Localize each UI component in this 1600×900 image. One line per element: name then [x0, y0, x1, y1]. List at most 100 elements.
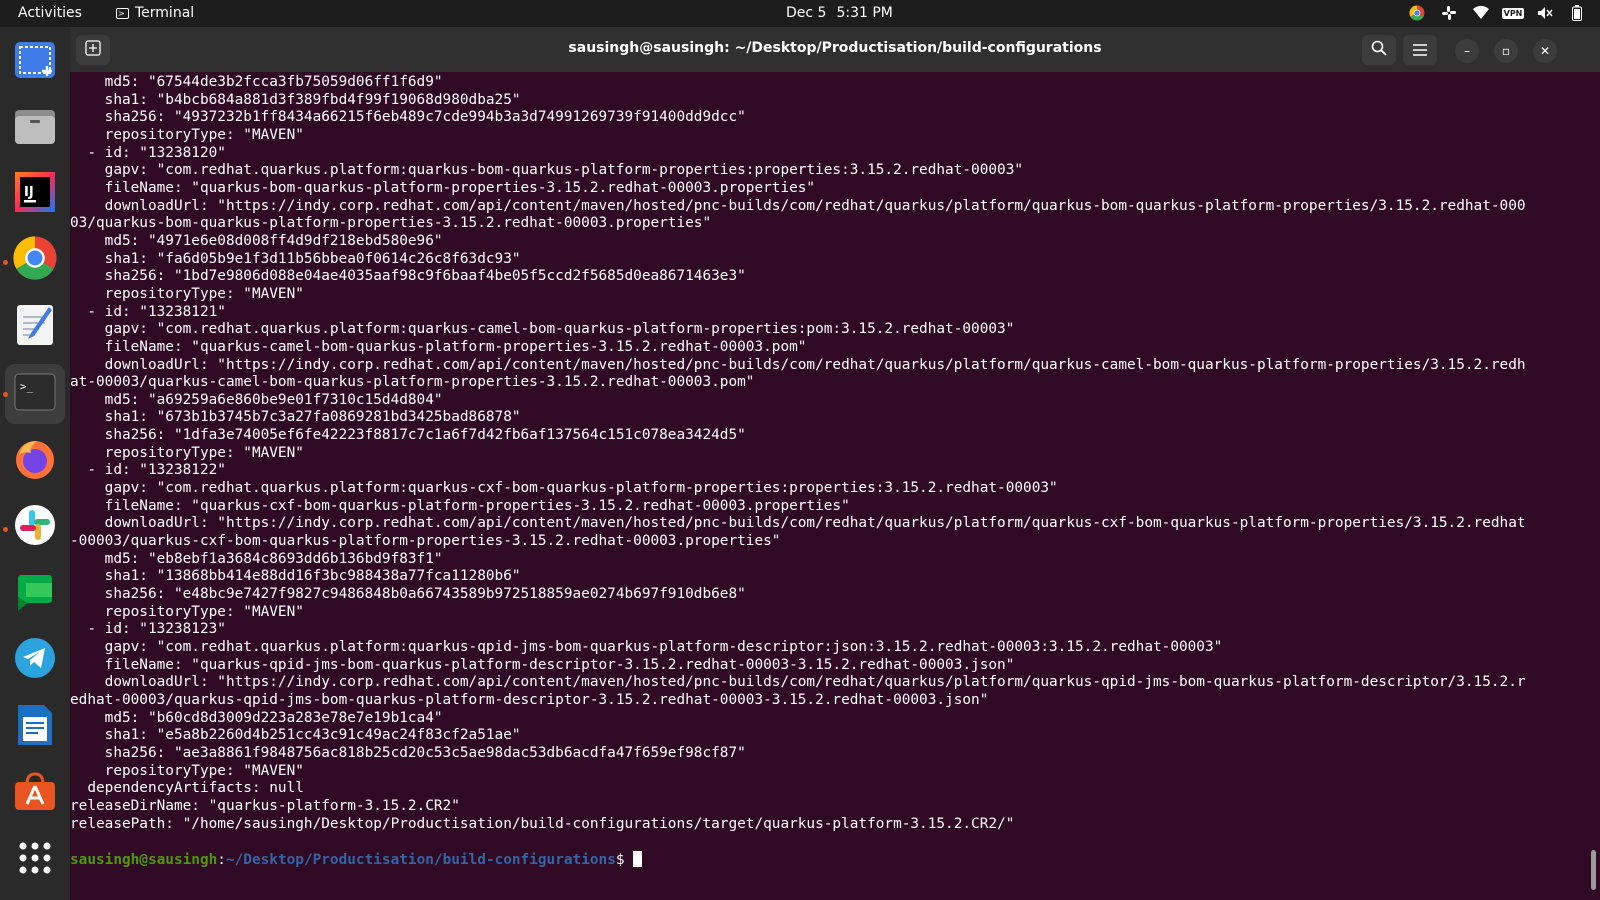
terminal-header-bar: sausingh@sausingh: ~/Desktop/Productisat…: [70, 27, 1600, 72]
terminal-line: releaseDirName: "quarkus-platform-3.15.2…: [70, 797, 460, 814]
activities-button[interactable]: Activities: [18, 5, 82, 21]
terminal-output[interactable]: md5: "67544de3b2fcca3fb75059d06ff1f6d9" …: [70, 72, 1600, 900]
vpn-label: VPN: [1501, 7, 1525, 19]
terminal-line: sha1: "13868bb414e88dd16f3bc988438a77fca…: [70, 568, 521, 585]
maximize-button[interactable]: ▫: [1494, 39, 1518, 63]
dock-google-chat[interactable]: [5, 564, 65, 624]
writer-icon: [16, 703, 54, 751]
terminal-line: downloadUrl: "https://indy.corp.redhat.c…: [70, 674, 1526, 691]
clock[interactable]: Dec 5 5:31 PM: [786, 5, 903, 21]
dock-firefox[interactable]: [5, 431, 65, 491]
running-indicator: [3, 392, 8, 397]
dock-show-apps[interactable]: [5, 830, 65, 890]
dock-slack[interactable]: [5, 497, 65, 557]
app-menu[interactable]: > Terminal: [116, 5, 194, 21]
menu-button[interactable]: [1403, 35, 1437, 65]
minimize-button[interactable]: –: [1455, 39, 1479, 63]
dock-intellij[interactable]: IJ: [5, 164, 65, 224]
terminal-line: sha1: "673b1b3745b7c3a27fa0869281bd3425b…: [70, 409, 521, 426]
terminal-line: repositoryType: "MAVEN": [70, 285, 304, 302]
prompt-symbol: $: [615, 851, 634, 868]
clock-date: Dec 5: [786, 5, 827, 21]
dock: IJ >_: [0, 27, 70, 900]
terminal-line: gapv: "com.redhat.quarkus.platform:quark…: [70, 321, 1015, 338]
terminal-line: - id: "13238123": [70, 621, 226, 638]
dock-terminal[interactable]: >_: [5, 364, 65, 424]
terminal-line: md5: "a69259a6e860be9e01f7310c15d4d804": [70, 391, 443, 408]
terminal-line: - id: "13238121": [70, 303, 226, 320]
intellij-icon: IJ: [15, 172, 55, 216]
terminal-line: md5: "4971e6e08d008ff4d9df218ebd580e96": [70, 232, 443, 249]
app-center-icon: [13, 772, 57, 816]
close-button[interactable]: ✕: [1533, 39, 1557, 63]
text-cursor: [633, 850, 643, 867]
terminal-icon: >: [116, 7, 129, 19]
prompt-separator: :: [217, 851, 226, 868]
volume-icon[interactable]: [1536, 4, 1554, 22]
telegram-icon: [13, 636, 57, 684]
terminal-line: fileName: "quarkus-bom-quarkus-platform-…: [70, 179, 816, 196]
terminal-line: sha1: "fa6d05b9e1f3d11b56bbea0f0614c26c8…: [70, 250, 521, 267]
slack-icon: [14, 504, 56, 550]
terminal-line: gapv: "com.redhat.quarkus.platform:quark…: [70, 639, 1223, 655]
scrollbar-thumb[interactable]: [1591, 850, 1596, 890]
terminal-line: fileName: "quarkus-camel-bom-quarkus-pla…: [70, 338, 807, 355]
terminal-line: md5: "b60cd8d3009d223a283e78e7e19b1ca4": [70, 709, 443, 726]
app-menu-label: Terminal: [135, 5, 195, 21]
terminal-line: 03/quarkus-bom-quarkus-platform-properti…: [70, 215, 712, 232]
search-button[interactable]: [1362, 35, 1396, 65]
terminal-line: repositoryType: "MAVEN": [70, 444, 304, 461]
chrome-icon: [12, 235, 58, 285]
terminal-line: sha256: "4937232b1ff8434a66215f6eb489c7c…: [70, 109, 746, 126]
terminal-line: sha256: "1bd7e9806d088e04ae4035aaf98c9f6…: [70, 268, 746, 285]
prompt-path: ~/Desktop/Productisation/build-configura…: [225, 851, 616, 868]
running-indicator: [3, 527, 8, 532]
slack-icon[interactable]: [1440, 4, 1458, 22]
terminal-line: md5: "eb8ebf1a3684c8693dd6b136bd9f83f1": [70, 550, 443, 567]
terminal-line: sha256: "e48bc9e7427f9827c9486848b0a6674…: [70, 586, 746, 603]
terminal-line: gapv: "com.redhat.quarkus.platform:quark…: [70, 480, 1058, 497]
terminal-line: sha256: "1dfa3e74005ef6fe42223f8817c7c1a…: [70, 427, 746, 444]
terminal-line: gapv: "com.redhat.quarkus.platform:quark…: [70, 162, 1024, 179]
search-icon: [1371, 40, 1387, 60]
dock-app-center[interactable]: [5, 764, 65, 824]
terminal-line: sha1: "b4bcb684a881d3f389fbd4f99f19068d9…: [70, 91, 521, 108]
battery-icon[interactable]: [1568, 4, 1586, 22]
dock-telegram[interactable]: [5, 630, 65, 690]
terminal-line: - id: "13238122": [70, 462, 226, 479]
app-grid-icon: [18, 841, 52, 879]
hamburger-menu-icon: [1413, 41, 1427, 60]
vpn-icon[interactable]: VPN: [1501, 4, 1525, 22]
svg-text:IJ: IJ: [24, 185, 34, 200]
prompt-user: sausingh@sausingh: [70, 851, 218, 868]
terminal-icon: >_: [14, 373, 56, 415]
terminal-line: repositoryType: "MAVEN": [70, 603, 304, 620]
dock-chrome[interactable]: [5, 230, 65, 290]
terminal-line: edhat-00003/quarkus-qpid-jms-bom-quarkus…: [70, 691, 989, 708]
shell-prompt[interactable]: sausingh@sausingh:~/Desktop/Productisati…: [70, 850, 1600, 870]
text-editor-icon: [15, 303, 55, 351]
terminal-line: downloadUrl: "https://indy.corp.redhat.c…: [70, 356, 1526, 373]
terminal-line: sha256: "ae3a8861f9848756ac818b25cd20c53…: [70, 744, 746, 761]
chat-icon: [14, 571, 56, 617]
clock-time: 5:31 PM: [836, 5, 893, 21]
svg-text:>_: >_: [20, 380, 34, 393]
terminal-line: repositoryType: "MAVEN": [70, 762, 304, 779]
screenshot-icon: [13, 38, 57, 86]
folder-icon: [13, 104, 57, 152]
running-indicator: [3, 260, 8, 265]
terminal-line: releasePath: "/home/sausingh/Desktop/Pro…: [70, 815, 1015, 832]
chrome-icon[interactable]: [1408, 4, 1426, 22]
terminal-line: - id: "13238120": [70, 144, 226, 161]
terminal-lines: md5: "67544de3b2fcca3fb75059d06ff1f6d9" …: [70, 74, 1600, 833]
terminal-line: md5: "67544de3b2fcca3fb75059d06ff1f6d9": [70, 74, 443, 90]
top-bar: Activities > Terminal Dec 5 5:31 PM VPN: [0, 0, 1600, 27]
dock-screenshot[interactable]: [5, 32, 65, 92]
firefox-icon: [13, 437, 57, 485]
dock-text-editor[interactable]: [5, 297, 65, 357]
dock-files[interactable]: [5, 98, 65, 158]
wifi-icon[interactable]: [1472, 4, 1490, 22]
terminal-line: at-00003/quarkus-camel-bom-quarkus-platf…: [70, 374, 755, 391]
dock-writer[interactable]: [5, 697, 65, 757]
terminal-line: dependencyArtifacts: null: [70, 780, 304, 797]
